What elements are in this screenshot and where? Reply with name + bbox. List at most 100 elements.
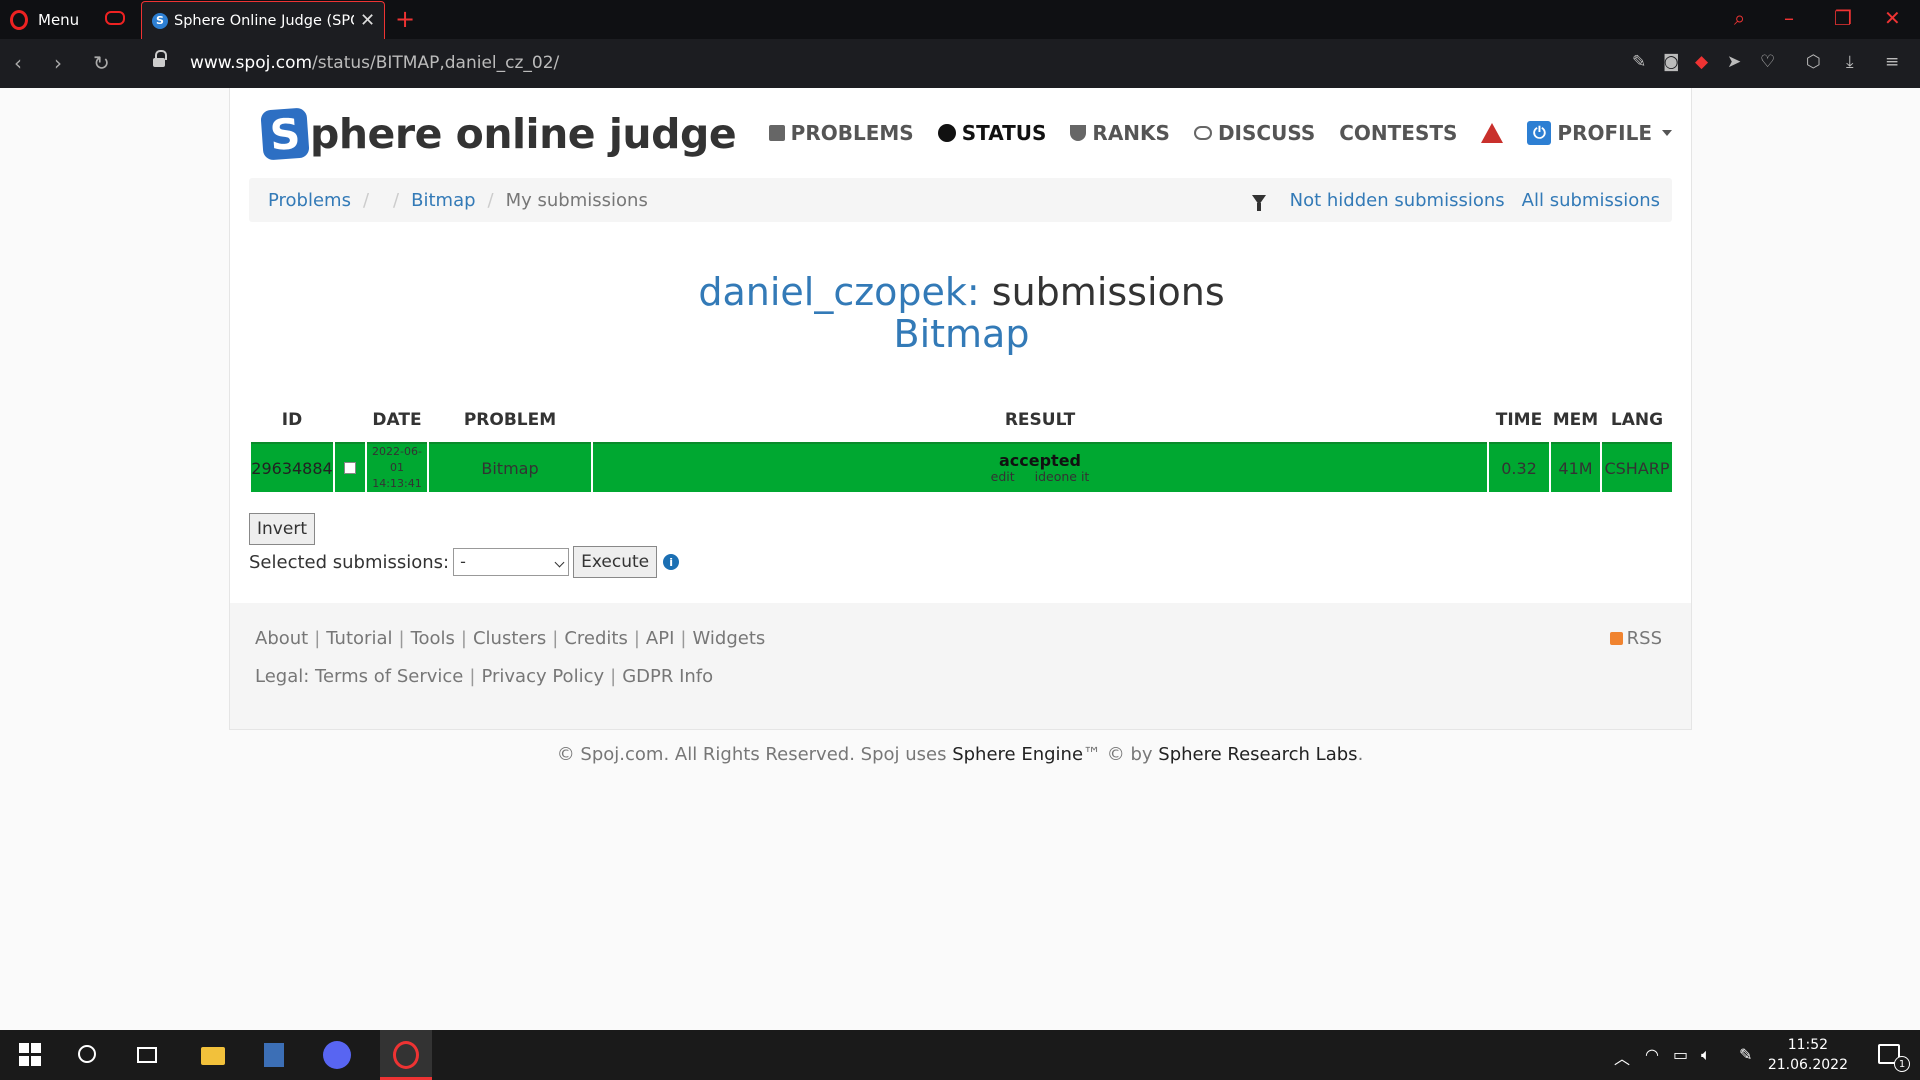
nav-contests[interactable]: CONTESTS xyxy=(1339,121,1457,145)
footer-legal: Legal: Terms of Service | Privacy Policy | G… xyxy=(255,666,714,687)
network-icon[interactable]: ◠ xyxy=(1645,1045,1659,1064)
volume-icon[interactable]: 🔈︎ xyxy=(1701,1045,1711,1065)
nav-problems[interactable]: PROBLEMS xyxy=(768,121,914,145)
reload-icon[interactable]: ↻ xyxy=(93,51,110,75)
breadcrumb-bitmap[interactable]: Bitmap xyxy=(411,190,475,211)
edit-link[interactable]: edit xyxy=(991,469,1015,484)
logo-text: phere online judge xyxy=(310,110,737,158)
not-hidden-submissions-link[interactable]: Not hidden submissions xyxy=(1290,190,1505,211)
snapshot-edit-icon[interactable]: ✎ xyxy=(1632,52,1646,72)
footer-credits[interactable]: Credits xyxy=(564,628,628,649)
nav-discuss[interactable]: DISCUSS xyxy=(1193,121,1315,145)
terms-link[interactable]: Terms of Service xyxy=(315,666,463,687)
footer-clusters[interactable]: Clusters xyxy=(473,628,546,649)
calculator-icon[interactable] xyxy=(264,1043,284,1067)
send-icon[interactable]: ➤ xyxy=(1727,52,1741,72)
sphere-engine-link[interactable]: Sphere Engine xyxy=(952,744,1083,765)
info-icon[interactable]: i xyxy=(663,554,680,570)
copyright-end: . xyxy=(1357,744,1364,765)
problem-title-link[interactable]: Bitmap xyxy=(230,313,1693,355)
breadcrumb: Problems / / Bitmap / My submissions Not… xyxy=(249,178,1672,222)
logo-s-mark: S xyxy=(260,107,310,161)
browser-tab[interactable]: S Sphere Online Judge (SPOJ) ✕ xyxy=(141,1,385,39)
notification-count: 1 xyxy=(1894,1056,1910,1072)
pen-icon[interactable]: ✎ xyxy=(1739,1045,1752,1064)
footer-about[interactable]: About xyxy=(255,628,308,649)
cube-icon[interactable]: ⬡ xyxy=(1806,52,1821,72)
submission-filters: Not hidden submissions All submissions xyxy=(1251,190,1660,211)
battery-icon[interactable]: ▭ xyxy=(1673,1045,1688,1064)
discord-icon[interactable] xyxy=(323,1041,351,1069)
opera-icon xyxy=(10,10,28,30)
nav-ranks[interactable]: RANKS xyxy=(1070,121,1170,145)
submission-time: 0.32 xyxy=(1489,442,1549,492)
page-container: S phere online judge PROBLEMS STATUS RAN… xyxy=(229,88,1692,730)
gdpr-link[interactable]: GDPR Info xyxy=(622,666,713,687)
footer-widgets[interactable]: Widgets xyxy=(692,628,765,649)
user-link[interactable]: daniel_czopek: xyxy=(698,270,979,314)
header-lang: LANG xyxy=(1610,410,1664,430)
search-tabs-icon[interactable]: ⌕ xyxy=(1734,6,1745,30)
opera-taskbar-icon[interactable] xyxy=(380,1030,432,1080)
tab-close-icon[interactable]: ✕ xyxy=(360,10,375,31)
filter-icon xyxy=(1251,195,1266,211)
minimize-icon[interactable]: – xyxy=(1784,6,1794,30)
header-date: DATE xyxy=(372,410,422,430)
page-viewport: S phere online judge PROBLEMS STATUS RAN… xyxy=(0,88,1920,1030)
lock-icon xyxy=(153,50,167,69)
clock[interactable]: 11:52 21.06.2022 xyxy=(1768,1035,1848,1075)
header-problem: PROBLEM xyxy=(463,410,557,430)
download-icon[interactable]: ⤓ xyxy=(1846,52,1854,72)
file-explorer-icon[interactable] xyxy=(201,1047,225,1065)
submission-id[interactable]: 29634884 xyxy=(251,442,333,492)
camera-icon[interactable]: ◙ xyxy=(1663,52,1680,72)
footer-tutorial[interactable]: Tutorial xyxy=(326,628,392,649)
nav-contests-label: CONTESTS xyxy=(1339,121,1458,145)
search-icon[interactable] xyxy=(78,1045,96,1063)
gamepad-icon[interactable] xyxy=(105,11,125,25)
ideone-link[interactable]: ideone it xyxy=(1035,469,1090,484)
new-tab-icon[interactable]: + xyxy=(395,5,415,33)
invert-button[interactable]: Invert xyxy=(249,513,315,545)
browser-menu-button[interactable]: Menu xyxy=(10,9,79,31)
all-submissions-link[interactable]: All submissions xyxy=(1522,190,1660,211)
privacy-link[interactable]: Privacy Policy xyxy=(481,666,604,687)
rss-link[interactable]: RSS xyxy=(1609,628,1662,649)
table-header-row: ID DATE PROBLEM RESULT TIME MEM LANG xyxy=(251,400,1672,440)
warning-icon[interactable] xyxy=(1481,123,1504,143)
trophy-icon xyxy=(1070,125,1087,141)
spoj-logo[interactable]: S phere online judge xyxy=(260,107,737,161)
result-links: edit ideone it xyxy=(593,470,1487,484)
submissions-table: ID DATE PROBLEM RESULT TIME MEM LANG 296… xyxy=(249,398,1674,494)
footer-tools[interactable]: Tools xyxy=(411,628,455,649)
windows-start-icon[interactable] xyxy=(19,1043,43,1067)
easy-setup-icon[interactable]: ≡ xyxy=(1885,52,1899,72)
address-bar: ‹ › ↻ www.spoj.com/status/BITMAP,daniel_… xyxy=(0,39,1920,88)
back-icon[interactable]: ‹ xyxy=(14,51,22,75)
execute-button[interactable]: Execute xyxy=(573,546,658,578)
nav-profile[interactable]: ⏻ PROFILE xyxy=(1527,121,1672,145)
result-status[interactable]: accepted xyxy=(593,452,1487,470)
status-dot-icon xyxy=(937,124,956,142)
breadcrumb-problems[interactable]: Problems xyxy=(268,190,351,211)
header-result: RESULT xyxy=(1004,410,1076,430)
tray-chevron-icon[interactable]: ︿ xyxy=(1614,1045,1630,1069)
submission-result: accepted edit ideone it xyxy=(593,442,1487,492)
nav-status[interactable]: STATUS xyxy=(937,121,1046,145)
legal-label: Legal: xyxy=(255,666,310,687)
nav-profile-label: PROFILE xyxy=(1557,121,1652,145)
forward-icon[interactable]: › xyxy=(54,51,62,75)
sphere-labs-link[interactable]: Sphere Research Labs xyxy=(1158,744,1357,765)
action-select[interactable]: - xyxy=(453,548,570,576)
url-field[interactable]: www.spoj.com/status/BITMAP,daniel_cz_02/ xyxy=(190,53,559,73)
nav-ranks-label: RANKS xyxy=(1092,121,1170,145)
task-view-icon[interactable] xyxy=(137,1047,157,1063)
footer-api[interactable]: API xyxy=(646,628,674,649)
close-window-icon[interactable]: ✕ xyxy=(1884,6,1901,30)
heart-icon[interactable]: ♡ xyxy=(1760,52,1775,72)
submission-problem[interactable]: Bitmap xyxy=(429,442,591,492)
vpn-shield-icon[interactable]: ◆ xyxy=(1695,52,1708,72)
restore-icon[interactable]: ❐ xyxy=(1834,6,1852,30)
row-checkbox[interactable] xyxy=(344,461,356,474)
main-nav: PROBLEMS STATUS RANKS DISCUSS CONTESTS ⏻… xyxy=(768,121,1672,145)
